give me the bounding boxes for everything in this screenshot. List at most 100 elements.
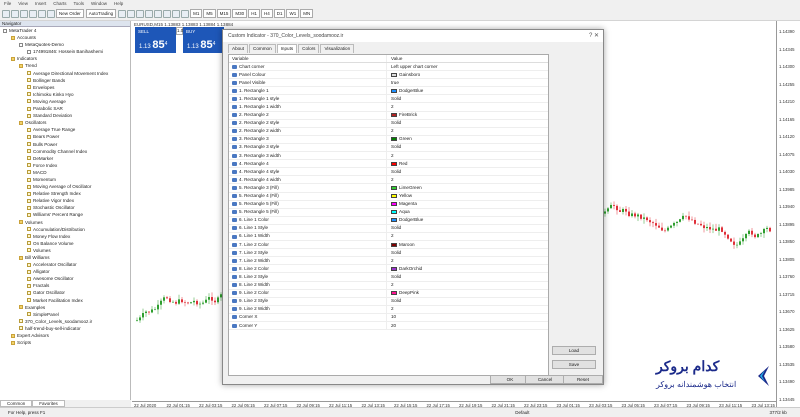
nav-item[interactable]: SimplePanel [0,311,130,318]
nav-item[interactable]: Trend [0,62,130,69]
input-value[interactable]: 2 [386,281,394,289]
load-button[interactable]: Load [552,346,596,355]
input-row[interactable]: Corner Y 20 [229,322,548,331]
menu-view[interactable]: View [18,1,28,6]
input-value[interactable]: 2 [386,127,394,135]
input-row[interactable]: 1. Rectangle 1 width 2 [229,103,548,112]
nav-item[interactable]: Relative Strength Index [0,190,130,197]
nav-item[interactable]: Expert Advisors [0,332,130,339]
nav-item[interactable]: MetaQuotes-Demo [0,41,130,48]
input-value[interactable]: 2 [386,152,394,160]
input-row[interactable]: 3. Rectangle 3 width 2 [229,152,548,161]
nav-item[interactable]: Money Flow Index [0,233,130,240]
input-value[interactable]: 2 [386,305,394,313]
input-row[interactable]: 7. Line 2 Style Solid [229,249,548,258]
timeframe-w1[interactable]: W1 [286,9,300,18]
nav-item[interactable]: Alligator [0,268,130,275]
input-row[interactable]: 8. Line 2 Width 2 [229,281,548,290]
menu-tools[interactable]: Tools [73,1,84,6]
auto-trading-button[interactable]: AutoTrading [85,9,117,18]
input-value[interactable]: Solid [386,143,401,152]
input-value[interactable]: DodgerBlue [386,87,423,95]
input-value[interactable]: Yellow [386,192,412,200]
input-value[interactable]: Solid [386,297,401,305]
input-value[interactable]: Gainsboro [386,71,420,79]
nav-item[interactable]: 174991846: Hossein Banihashemi [0,48,130,55]
nav-item[interactable]: Force Index [0,162,130,169]
dialog-window-controls[interactable]: ? ✕ [589,30,599,42]
input-value[interactable]: Solid [386,224,401,232]
menu-help[interactable]: Help [114,1,123,6]
input-row[interactable]: 5. Rectangle 5 (Fill) Magenta [229,200,548,209]
input-value[interactable]: true [386,79,399,87]
tab-common[interactable]: Common [249,44,276,53]
input-value[interactable]: LimeGreen [386,184,422,192]
nav-item[interactable]: Bulls Power [0,141,130,148]
input-row[interactable]: Chart corner Left upper chart corner [229,63,548,72]
nav-item[interactable]: Average True Range [0,126,130,133]
ok-button[interactable]: OK [490,375,530,384]
input-value[interactable]: Maroon [386,241,415,249]
input-row[interactable]: 9. Line 2 Width 2 [229,305,548,314]
nav-item[interactable]: Gator Oscillator [0,289,130,296]
tab-visualization[interactable]: Visualization [320,44,355,53]
input-row[interactable]: 2. Rectangle 2 width 2 [229,127,548,136]
nav-item[interactable]: Scripts [0,339,130,346]
menu-window[interactable]: Window [91,1,107,6]
toolbar-icon[interactable] [118,9,127,18]
nav-item[interactable]: Volumes [0,247,130,254]
input-value[interactable]: Solid [386,273,401,281]
toolbar-icon[interactable] [11,9,19,18]
nav-item[interactable]: Moving Average of Oscillator [0,183,130,190]
input-value[interactable]: Left upper chart corner [386,63,437,71]
navigator-tab-common[interactable]: Common [0,400,33,407]
toolbar-icon[interactable] [163,9,172,18]
input-row[interactable]: 9. Line 2 Style Solid [229,297,548,306]
input-value[interactable]: Solid [386,119,401,127]
toolbar-icon[interactable] [47,9,55,18]
input-row[interactable]: 3. Rectangle 3 style Solid [229,143,548,153]
input-value[interactable]: FireBrick [386,111,417,119]
timeframe-m1[interactable]: M1 [190,9,203,18]
nav-item[interactable]: Envelopes [0,84,130,91]
input-row[interactable]: 4. Rectangle 4 style Solid [229,168,548,177]
input-value[interactable]: 20 [386,322,396,330]
input-row[interactable]: Panel Colour Gainsboro [229,71,548,80]
input-row[interactable]: 3. Rectangle 3 Green [229,135,548,144]
toolbar-icon[interactable] [181,9,190,18]
tab-inputs[interactable]: Inputs [276,44,298,53]
nav-item[interactable]: Average Directional Movement Index [0,70,130,77]
input-value[interactable]: 2 [386,103,394,111]
input-row[interactable]: 8. Line 2 Color DarkOrchid [229,265,548,274]
nav-item[interactable]: Accounts [0,34,130,41]
nav-item[interactable]: DeMarker [0,155,130,162]
lot-size-input[interactable]: 1.00 [176,27,186,35]
input-value[interactable]: 10 [386,313,396,321]
input-row[interactable]: 5. Rectangle 5 (Fill) Aqua [229,208,548,217]
sell-button[interactable]: SELL 1.13 854 [135,27,176,53]
toolbar-icon[interactable] [38,9,46,18]
input-value[interactable]: DeepPink [386,289,419,297]
toolbar-icon[interactable] [29,9,37,18]
input-value[interactable]: Green [386,135,412,143]
nav-item[interactable]: Ichimoku Kinko Hyo [0,91,130,98]
input-row[interactable]: 6. Line 1 Color DodgerBlue [229,216,548,225]
toolbar-icon[interactable] [2,9,10,18]
input-row[interactable]: 9. Line 2 Color DeepPink [229,289,548,298]
input-value[interactable]: Solid [386,95,401,103]
buy-button[interactable]: BUY 1.13 854 [183,27,224,53]
nav-item[interactable]: Commodity Channel Index [0,148,130,155]
input-value[interactable]: 2 [386,176,394,184]
input-row[interactable]: 1. Rectangle 1 DodgerBlue [229,87,548,96]
input-row[interactable]: 7. Line 2 Width 2 [229,257,548,266]
input-value[interactable]: DodgerBlue [386,216,423,224]
nav-item[interactable]: 370_Color_Levels_soodamooz.ir [0,318,130,325]
input-row[interactable]: Panel Visible true [229,79,548,88]
nav-item[interactable]: Indicators [0,55,130,62]
nav-item[interactable]: Stochastic Oscillator [0,204,130,211]
nav-item[interactable]: Examples [0,304,130,311]
nav-item[interactable]: On Balance Volume [0,240,130,247]
input-row[interactable]: 4. Rectangle 4 width 2 [229,176,548,185]
nav-item[interactable]: Parabolic SAR [0,105,130,112]
new-order-button[interactable]: New Order [56,9,84,18]
